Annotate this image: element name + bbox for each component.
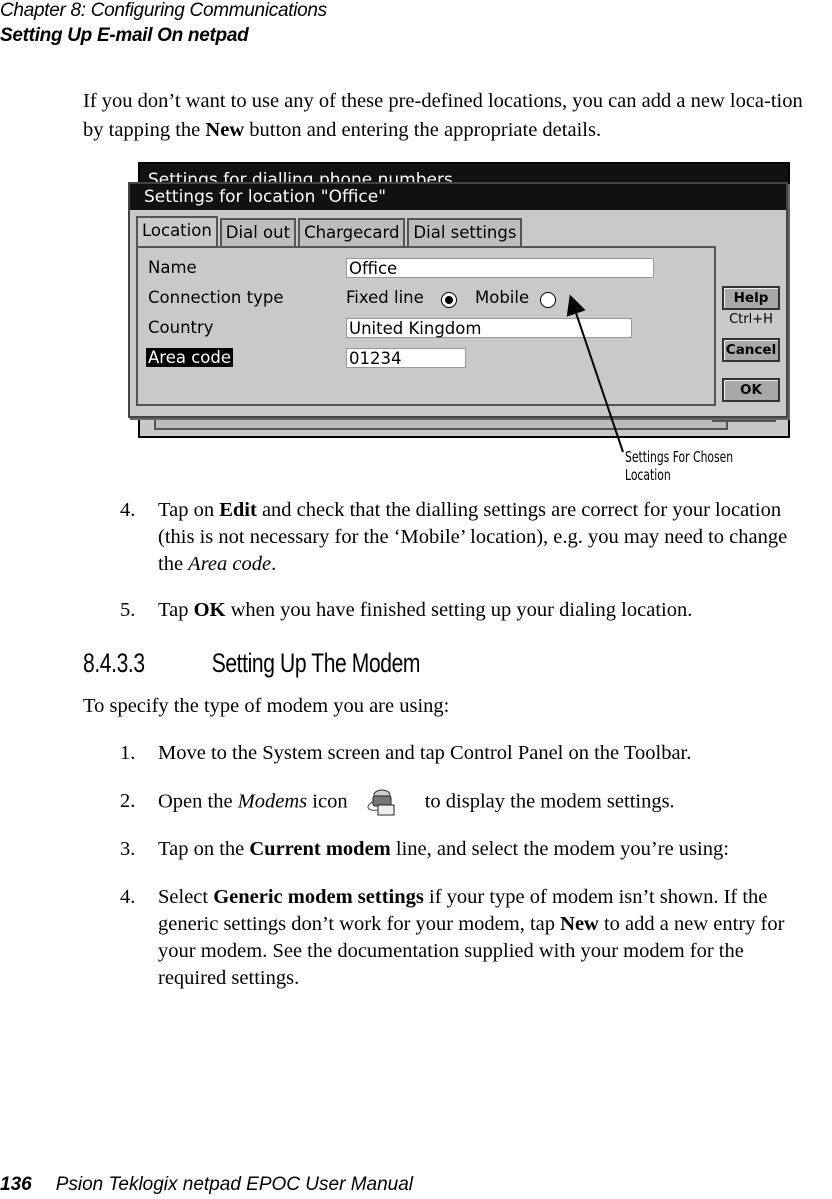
connection-type-label: Connection type (148, 288, 284, 307)
step-text: Select Generic modem settings if your ty… (158, 886, 785, 989)
name-label: Name (148, 258, 197, 277)
step-text: Tap on Edit and check that the dialling … (158, 499, 788, 575)
tab-bar: Location Dial out Chargecard Dial settin… (136, 216, 524, 248)
step-number: 4. (120, 886, 136, 908)
subsection-number: 8.4.3.3 (83, 648, 145, 678)
intro-text-end: button and entering the appropriate deta… (244, 119, 602, 141)
fixed-line-label: Fixed line (346, 288, 424, 307)
fixed-line-radio[interactable] (441, 292, 457, 308)
location-dialog: Settings for location "Office" Location … (128, 182, 788, 418)
name-field[interactable]: Office (346, 258, 654, 278)
step-text: Open the Modems icon to display the mode… (158, 788, 798, 818)
dialog-screenshot: Settings for dialling phone numbers Sett… (128, 160, 790, 440)
step-number: 1. (120, 742, 136, 764)
mobile-label: Mobile (475, 288, 530, 307)
ok-button[interactable]: OK (722, 378, 780, 402)
step-number: 5. (120, 599, 136, 621)
callout-label: Settings For Chosen Location (625, 448, 734, 484)
step-text: Tap on the Current modem line, and selec… (158, 838, 729, 860)
tab-dial-settings[interactable]: Dial settings (407, 218, 523, 246)
step-text: Tap OK when you have finished setting up… (158, 599, 693, 621)
modems-icon (362, 788, 402, 818)
location-panel: Name Office Connection type Fixed line M… (136, 246, 716, 406)
step-number: 3. (120, 838, 136, 860)
tab-chargecard[interactable]: Chargecard (298, 218, 406, 246)
tab-dial-out[interactable]: Dial out (219, 218, 297, 246)
section-header: Setting Up E-mail On netpad (0, 25, 249, 46)
intro-paragraph: If you don’t want to use any of these pr… (83, 87, 828, 145)
area-code-field[interactable]: 01234 (346, 348, 466, 368)
intro-bold: New (205, 119, 245, 141)
mobile-radio[interactable] (540, 292, 556, 308)
page-footer: 136 Psion Teklogix netpad EPOC User Manua… (0, 1174, 413, 1196)
chapter-header: Chapter 8: Configuring Communications (0, 0, 327, 21)
modem-intro: To specify the type of modem you are usi… (83, 695, 450, 717)
step-text: Move to the System screen and tap Contro… (158, 742, 692, 764)
help-button[interactable]: Help (722, 286, 780, 310)
country-label: Country (148, 318, 214, 337)
help-shortcut: Ctrl+H (729, 312, 773, 327)
subsection-title: Setting Up The Modem (211, 648, 421, 678)
dialog-title: Settings for location "Office" (130, 184, 786, 210)
cancel-button[interactable]: Cancel (722, 338, 780, 362)
page-number: 136 (0, 1174, 32, 1195)
area-code-label: Area code (146, 348, 234, 367)
manual-title: Psion Teklogix netpad EPOC User Manual (55, 1174, 414, 1195)
step-number: 2. (120, 790, 136, 812)
subsection-heading: 8.4.3.3 Setting Up The Modem (83, 648, 420, 679)
country-field[interactable]: United Kingdom (346, 318, 632, 338)
tab-location[interactable]: Location (136, 216, 218, 248)
step-number: 4. (120, 499, 136, 521)
